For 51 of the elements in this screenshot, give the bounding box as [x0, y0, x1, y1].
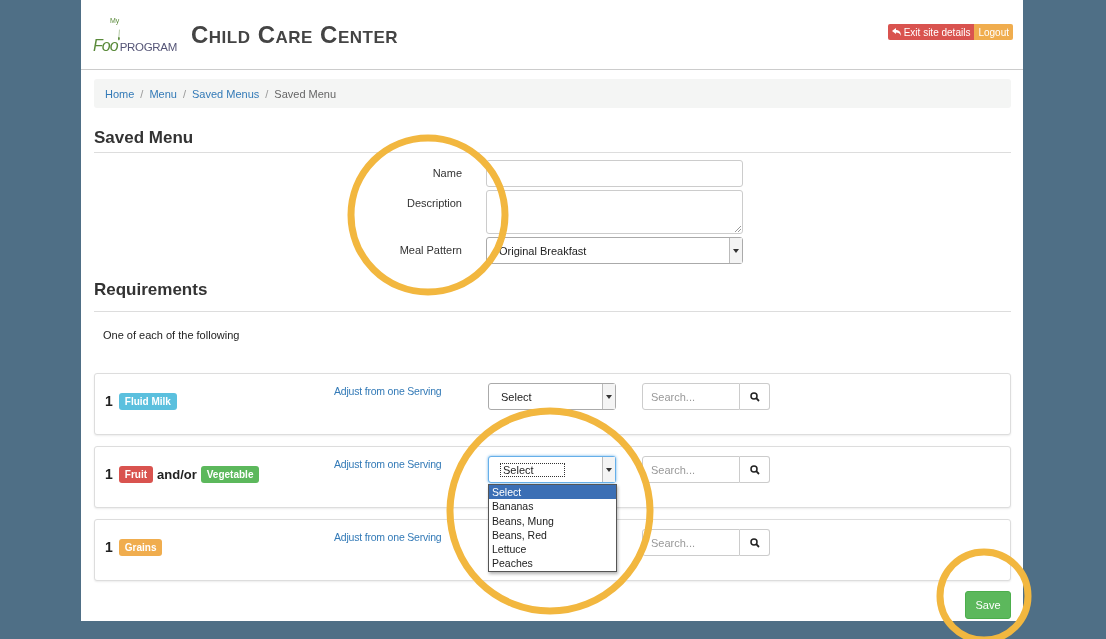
meal-pattern-select[interactable]: Original Breakfast — [486, 237, 743, 264]
instruction-text: One of each of the following — [103, 329, 241, 341]
adjust-serving-link[interactable]: Adjust from one Serving — [334, 374, 442, 397]
dropdown-option[interactable]: Beans, Mung — [489, 513, 616, 528]
site-title: Child Care Center — [191, 20, 399, 49]
caret-icon — [606, 394, 612, 399]
food-select[interactable]: Select — [488, 456, 616, 483]
search-field[interactable]: Search... — [642, 529, 740, 556]
description-field[interactable] — [486, 190, 743, 234]
food-select[interactable]: Select — [488, 383, 616, 410]
field-label: Meal Pattern — [398, 243, 462, 258]
resize-grip-icon — [734, 225, 741, 232]
adjust-serving-link[interactable]: Adjust from one Serving — [334, 447, 442, 470]
search-icon — [749, 537, 760, 548]
adjust-serving-link[interactable]: Adjust from one Serving — [334, 520, 442, 543]
search-icon — [749, 391, 760, 402]
dropdown-option[interactable]: Lettuce — [489, 542, 616, 557]
breadcrumb-current: Saved Menu — [274, 87, 337, 100]
breadcrumb-separator: / — [140, 87, 144, 100]
dropdown-option[interactable]: Peaches — [489, 556, 616, 571]
search-button[interactable] — [740, 456, 770, 483]
dropdown-option[interactable]: Select — [489, 485, 616, 500]
conjunction-text: and/or — [157, 466, 197, 482]
food-group-badge: Vegetable — [200, 465, 260, 483]
reply-arrow-icon — [891, 28, 901, 36]
serving-count: 1 — [105, 466, 113, 482]
breadcrumb-separator: / — [182, 87, 186, 100]
caret-icon — [606, 467, 612, 472]
section-heading: Requirements — [94, 280, 1011, 312]
search-field[interactable]: Search... — [642, 456, 740, 483]
search-field[interactable]: Search... — [642, 383, 740, 410]
breadcrumb-link[interactable]: Menu — [149, 87, 177, 100]
field-label: Name — [431, 166, 462, 181]
exit-button[interactable]: Exit site details — [887, 24, 975, 40]
breadcrumb-link[interactable]: Home — [105, 87, 135, 100]
name-field[interactable] — [486, 160, 743, 187]
search-button[interactable] — [740, 383, 770, 410]
food-group-badge: Fruit — [118, 465, 153, 483]
section-heading: Saved Menu — [94, 128, 1011, 153]
food-group-badge: Grains — [118, 538, 163, 556]
dropdown-option[interactable]: Bananas — [489, 499, 616, 514]
breadcrumb-separator: / — [265, 87, 269, 100]
search-icon — [749, 464, 760, 475]
caret-icon — [733, 248, 739, 253]
search-button[interactable] — [740, 529, 770, 556]
serving-count: 1 — [105, 393, 113, 409]
serving-count: 1 — [105, 539, 113, 555]
dropdown-option[interactable]: Beans, Red — [489, 527, 616, 543]
food-group-badge: Fluid Milk — [118, 392, 177, 410]
field-label: Description — [405, 196, 462, 211]
breadcrumb-link[interactable]: Saved Menus — [192, 87, 260, 100]
